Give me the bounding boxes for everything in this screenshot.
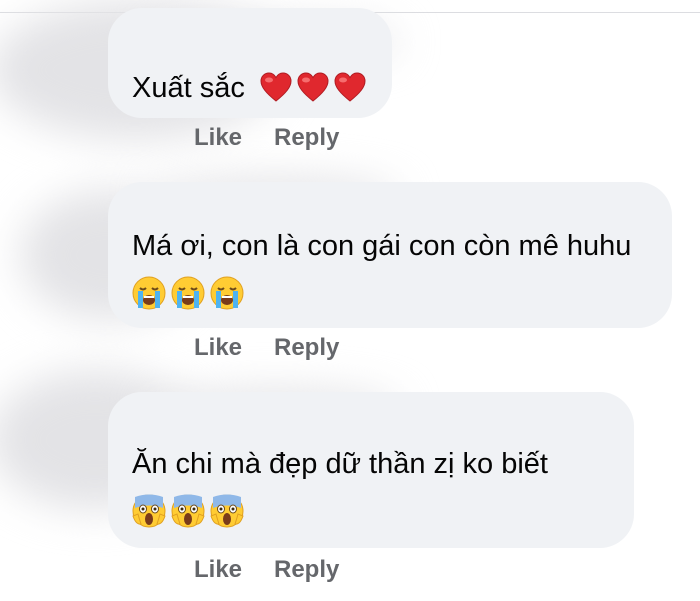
heart-icon xyxy=(334,72,366,102)
emoji-row xyxy=(132,276,244,310)
comment-bubble: Ăn chi mà đẹp dữ thần zị ko biết xyxy=(108,392,634,548)
like-button[interactable]: Like xyxy=(194,334,242,362)
emoji-row xyxy=(132,494,244,528)
comment-bubble: Má ơi, con là con gái con còn mê huhu xyxy=(108,182,672,328)
like-button[interactable]: Like xyxy=(194,556,242,584)
comment-text: Ăn chi mà đẹp dữ thần zị ko biết xyxy=(132,448,548,480)
loudly-crying-face-icon xyxy=(210,276,244,310)
emoji-row xyxy=(260,72,366,104)
heart-icon xyxy=(297,72,329,102)
loudly-crying-face-icon xyxy=(171,276,205,310)
comment-text: Xuất sắc xyxy=(132,72,245,104)
like-button[interactable]: Like xyxy=(194,124,242,152)
loudly-crying-face-icon xyxy=(132,276,166,310)
screaming-face-icon xyxy=(132,494,166,528)
comment-text: Má ơi, con là con gái con còn mê huhu xyxy=(132,230,632,262)
comment-bubble: Xuất sắc xyxy=(108,8,392,118)
screaming-face-icon xyxy=(171,494,205,528)
heart-icon xyxy=(260,72,292,102)
reply-button[interactable]: Reply xyxy=(274,124,339,152)
screaming-face-icon xyxy=(210,494,244,528)
reply-button[interactable]: Reply xyxy=(274,334,339,362)
reply-button[interactable]: Reply xyxy=(274,556,339,584)
